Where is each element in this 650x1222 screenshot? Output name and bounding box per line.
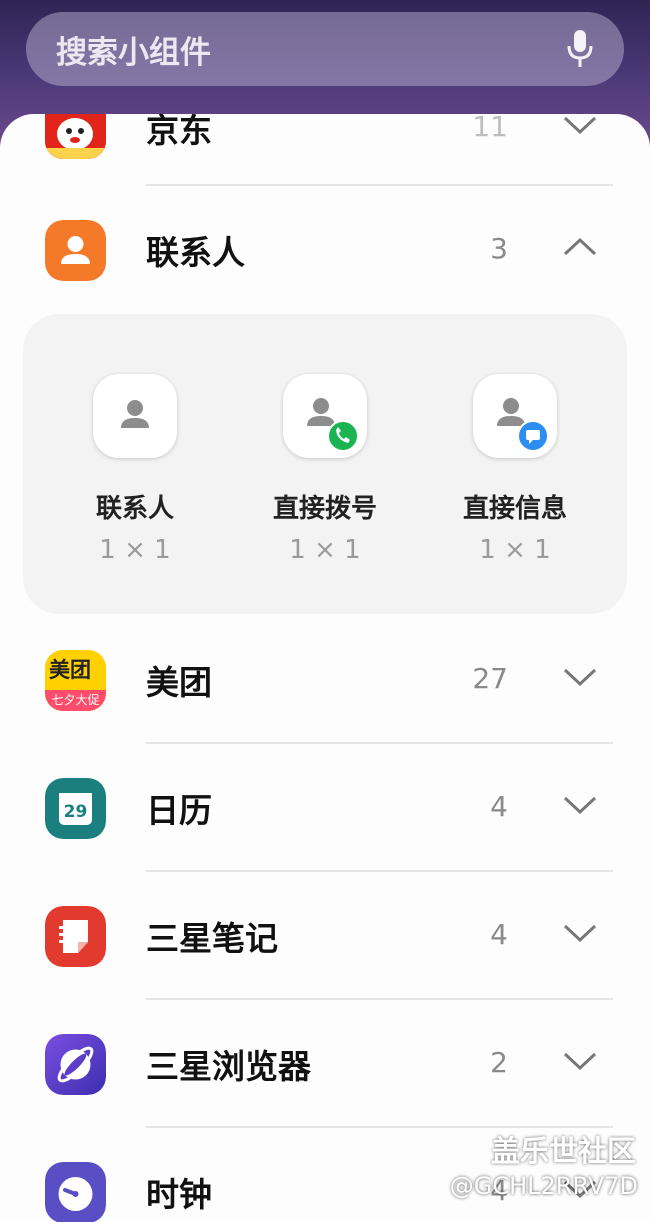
widget-size: 1 × 1 xyxy=(289,535,361,565)
widget-search-bar[interactable]: 搜索小组件 xyxy=(26,12,624,86)
microphone-icon[interactable] xyxy=(566,28,594,70)
clock-app-icon xyxy=(45,1162,106,1222)
watermark-community: 盖乐世社区 xyxy=(490,1134,636,1168)
app-row-calendar[interactable]: 29 日历 4 xyxy=(0,744,650,872)
app-name: 三星笔记 xyxy=(146,919,278,958)
chevron-up-icon[interactable] xyxy=(562,232,598,262)
widget-contact[interactable]: 联系人 1 × 1 xyxy=(45,374,225,565)
contacts-app-icon xyxy=(45,220,106,281)
widget-count: 2 xyxy=(490,1046,508,1079)
jd-app-icon xyxy=(45,114,106,159)
direct-message-widget-icon xyxy=(473,374,557,458)
app-row-samsung-notes[interactable]: 三星笔记 4 xyxy=(0,872,650,1000)
app-name: 时钟 xyxy=(146,1175,212,1214)
app-row-meituan[interactable]: 美团 七夕大促 美团 27 xyxy=(0,616,650,744)
calendar-app-icon: 29 xyxy=(45,778,106,839)
search-placeholder: 搜索小组件 xyxy=(56,34,211,71)
chevron-down-icon[interactable] xyxy=(562,662,598,692)
samsung-notes-app-icon xyxy=(45,906,106,967)
widget-count: 3 xyxy=(490,232,508,265)
app-name: 日历 xyxy=(146,791,212,830)
widget-label: 联系人 xyxy=(95,494,174,524)
watermark-user-id: @GCHL2RRV7D xyxy=(449,1172,638,1200)
widget-count: 4 xyxy=(490,918,508,951)
widget-label: 直接信息 xyxy=(462,494,567,524)
meituan-icon-text: 美团 xyxy=(49,658,91,682)
widget-size: 1 × 1 xyxy=(479,535,551,565)
widget-direct-dial[interactable]: 直接拨号 1 × 1 xyxy=(235,374,415,565)
widget-list-panel[interactable]: 京东 11 联系人 3 联系人 1 × 1 直接拨号 1 × 1 直接信息 1 … xyxy=(0,114,650,1222)
app-row-contacts[interactable]: 联系人 3 xyxy=(0,186,650,314)
widget-count: 11 xyxy=(472,114,508,143)
contacts-widgets-panel: 联系人 1 × 1 直接拨号 1 × 1 直接信息 1 × 1 xyxy=(23,314,627,614)
app-name: 联系人 xyxy=(146,233,245,272)
chevron-down-icon[interactable] xyxy=(562,790,598,820)
app-name: 京东 xyxy=(146,114,212,150)
direct-dial-widget-icon xyxy=(283,374,367,458)
app-row-jd[interactable]: 京东 11 xyxy=(0,114,650,192)
widget-direct-message[interactable]: 直接信息 1 × 1 xyxy=(425,374,605,565)
meituan-icon-banner: 七夕大促 xyxy=(45,690,106,711)
contact-widget-icon xyxy=(93,374,177,458)
chevron-down-icon[interactable] xyxy=(562,918,598,948)
widget-count: 27 xyxy=(472,662,508,695)
app-row-samsung-browser[interactable]: 三星浏览器 2 xyxy=(0,1000,650,1128)
calendar-day-text: 29 xyxy=(63,802,88,822)
chevron-down-icon[interactable] xyxy=(562,114,598,140)
widget-label: 直接拨号 xyxy=(272,494,377,524)
widget-count: 4 xyxy=(490,790,508,823)
app-name: 三星浏览器 xyxy=(146,1047,311,1086)
chevron-down-icon[interactable] xyxy=(562,1046,598,1076)
samsung-browser-app-icon xyxy=(45,1034,106,1095)
widget-size: 1 × 1 xyxy=(99,535,171,565)
meituan-app-icon: 美团 七夕大促 xyxy=(45,650,106,711)
app-name: 美团 xyxy=(146,663,212,702)
